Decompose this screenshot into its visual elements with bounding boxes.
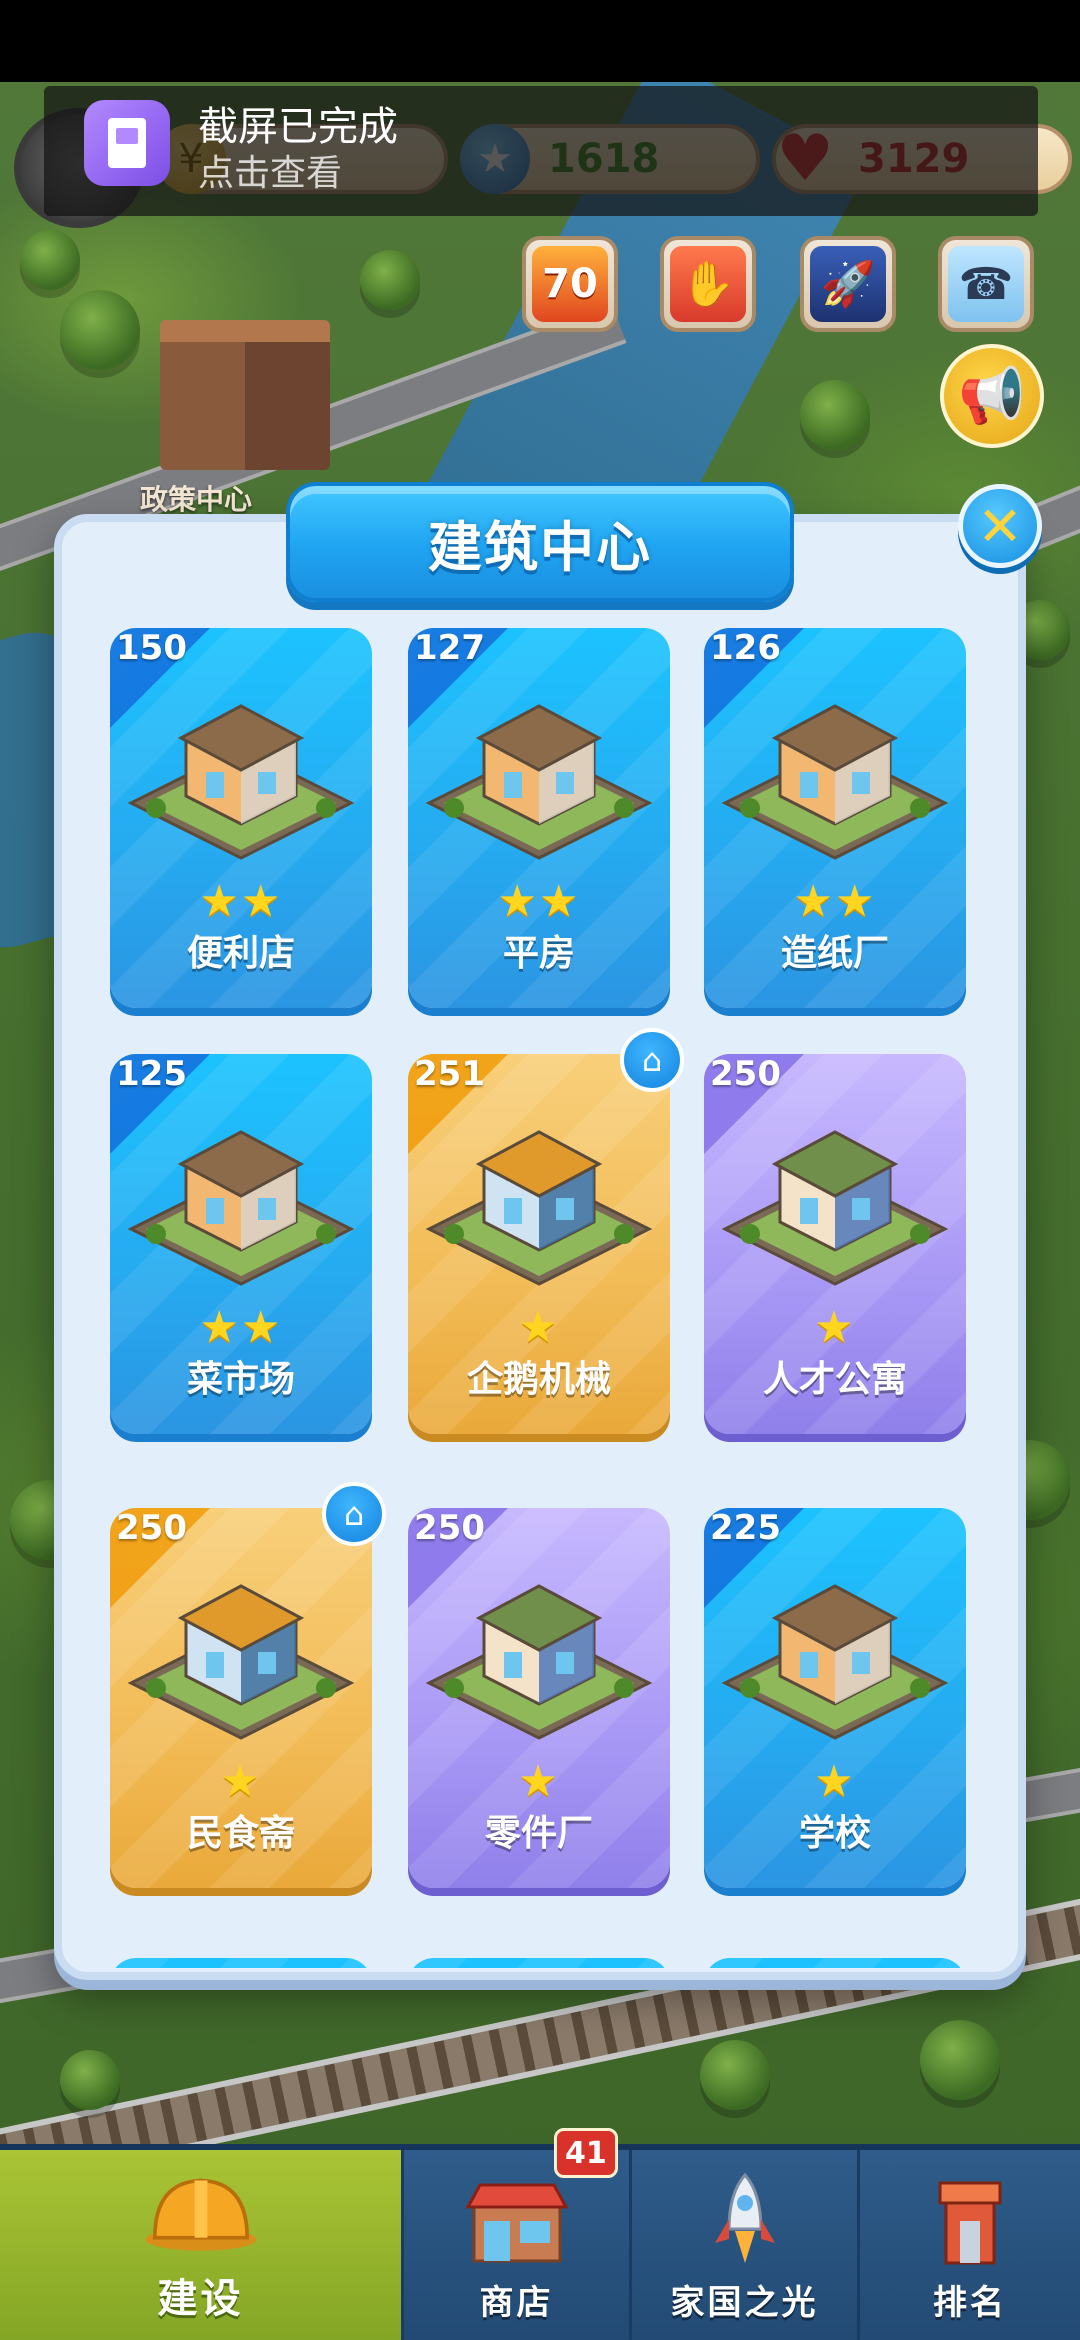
star-rating: ★★ — [497, 876, 581, 927]
building-count: 125 — [116, 1054, 187, 1094]
bottom-navigation: 建设 商店 家国之光 排名 — [0, 2144, 1080, 2340]
dialog-title: 建筑中心 — [428, 515, 652, 579]
nav-build[interactable]: 建设 — [0, 2150, 404, 2340]
building-card[interactable]: 126 ★★ 造纸厂 — [704, 628, 966, 1008]
building-illustration — [425, 1584, 653, 1740]
building-grid: 150 ★★ 便利店 127 ★★ 平房 126 ★★ 造纸厂 125 ★★ 菜市场 251 ★ 企鹅机械 2… — [110, 628, 980, 1968]
nav-national-glory-label: 家国之光 — [670, 2283, 819, 2323]
building-illustration — [425, 1130, 653, 1286]
hard-hat-icon — [141, 2160, 261, 2260]
building-count: 251 — [414, 1054, 485, 1094]
building-illustration — [127, 1584, 355, 1740]
building-card[interactable] — [110, 1958, 372, 1968]
dialog-title-banner: 建筑中心 — [286, 482, 794, 602]
building-count: 250 — [116, 1508, 187, 1548]
building-card[interactable]: 225 ★ 学校 — [704, 1508, 966, 1888]
building-illustration — [425, 704, 653, 860]
policy-center-building[interactable] — [160, 320, 330, 470]
building-card[interactable]: 251 ★ 企鹅机械 — [408, 1054, 670, 1434]
building-card[interactable]: 250 ★ 民食斋 — [110, 1508, 372, 1888]
screenshot-notification[interactable]: 截屏已完成 点击查看 — [44, 86, 1038, 216]
building-name: 造纸厂 — [780, 933, 889, 974]
building-illustration — [721, 1584, 949, 1740]
shop-icon — [457, 2169, 577, 2269]
building-name: 平房 — [502, 933, 575, 974]
nav-national-glory[interactable]: 家国之光 — [632, 2150, 860, 2340]
handshake-icon: ✋ — [670, 246, 746, 322]
star-rating: ★ — [518, 1302, 560, 1353]
building-card[interactable]: 250 ★ 人才公寓 — [704, 1054, 966, 1434]
nav-ranking-label: 排名 — [933, 2283, 1007, 2323]
screenshot-icon — [84, 100, 170, 186]
star-rating: ★ — [518, 1756, 560, 1807]
close-button[interactable]: ✕ — [958, 484, 1042, 568]
building-card[interactable]: 150 ★★ 便利店 — [110, 628, 372, 1008]
nav-ranking[interactable]: 排名 — [860, 2150, 1080, 2340]
cooperation-button[interactable]: ✋ — [660, 236, 756, 332]
building-card[interactable] — [704, 1958, 966, 1968]
building-card[interactable] — [408, 1958, 670, 1968]
building-illustration — [127, 1130, 355, 1286]
star-rating: ★★ — [199, 876, 283, 927]
building-count: 225 — [710, 1508, 781, 1548]
building-name: 人才公寓 — [762, 1359, 907, 1400]
tree — [360, 250, 420, 310]
rocket-icon: 🚀 — [810, 246, 886, 322]
building-illustration — [127, 704, 355, 860]
building-count: 150 — [116, 628, 187, 668]
building-name: 学校 — [798, 1813, 871, 1854]
rocket-event-button[interactable]: 🚀 — [800, 236, 896, 332]
shop-notification-badge: 41 — [554, 2128, 618, 2178]
star-rating: ★★ — [199, 1302, 283, 1353]
building-card[interactable]: 250 ★ 零件厂 — [408, 1508, 670, 1888]
ranking-tower-icon — [910, 2169, 1030, 2269]
building-count: 127 — [414, 628, 485, 668]
tree — [60, 2050, 120, 2110]
building-card[interactable]: 125 ★★ 菜市场 — [110, 1054, 372, 1434]
tree — [800, 380, 870, 450]
nav-shop-label: 商店 — [479, 2283, 554, 2323]
notification-subtitle: 点击查看 — [198, 153, 343, 194]
nav-shop[interactable]: 商店 — [404, 2150, 632, 2340]
home-icon[interactable]: ⌂ — [620, 1028, 684, 1092]
star-rating: ★ — [814, 1302, 856, 1353]
building-illustration — [721, 1130, 949, 1286]
star-rating: ★★ — [793, 876, 877, 927]
event-70-button[interactable]: 70 — [522, 236, 618, 332]
megaphone-icon: 📢 — [958, 364, 1026, 427]
building-name: 菜市场 — [186, 1359, 295, 1400]
event-70-icon: 70 — [532, 246, 608, 322]
tree — [20, 230, 80, 290]
status-bar — [0, 0, 1080, 82]
tree — [60, 290, 140, 370]
customer-service-button[interactable]: ☎ — [938, 236, 1034, 332]
building-count: 126 — [710, 628, 781, 668]
building-name: 便利店 — [186, 933, 295, 974]
building-count: 250 — [414, 1508, 485, 1548]
building-illustration — [721, 704, 949, 860]
customer-service-icon: ☎ — [948, 246, 1024, 322]
star-rating: ★ — [220, 1756, 262, 1807]
building-card[interactable]: 127 ★★ 平房 — [408, 628, 670, 1008]
building-name: 民食斋 — [186, 1813, 295, 1854]
building-name: 企鹅机械 — [466, 1359, 611, 1400]
tree — [920, 2020, 1000, 2100]
megaphone-button[interactable]: 📢 — [940, 344, 1044, 448]
home-icon[interactable]: ⌂ — [322, 1482, 386, 1546]
star-rating: ★ — [814, 1756, 856, 1807]
policy-center-label: 政策中心 — [140, 483, 253, 516]
rocket-icon — [685, 2169, 805, 2269]
nav-build-label: 建设 — [157, 2276, 244, 2322]
tree — [700, 2040, 770, 2110]
close-icon: ✕ — [977, 494, 1023, 558]
building-name: 零件厂 — [484, 1813, 593, 1854]
building-count: 250 — [710, 1054, 781, 1094]
